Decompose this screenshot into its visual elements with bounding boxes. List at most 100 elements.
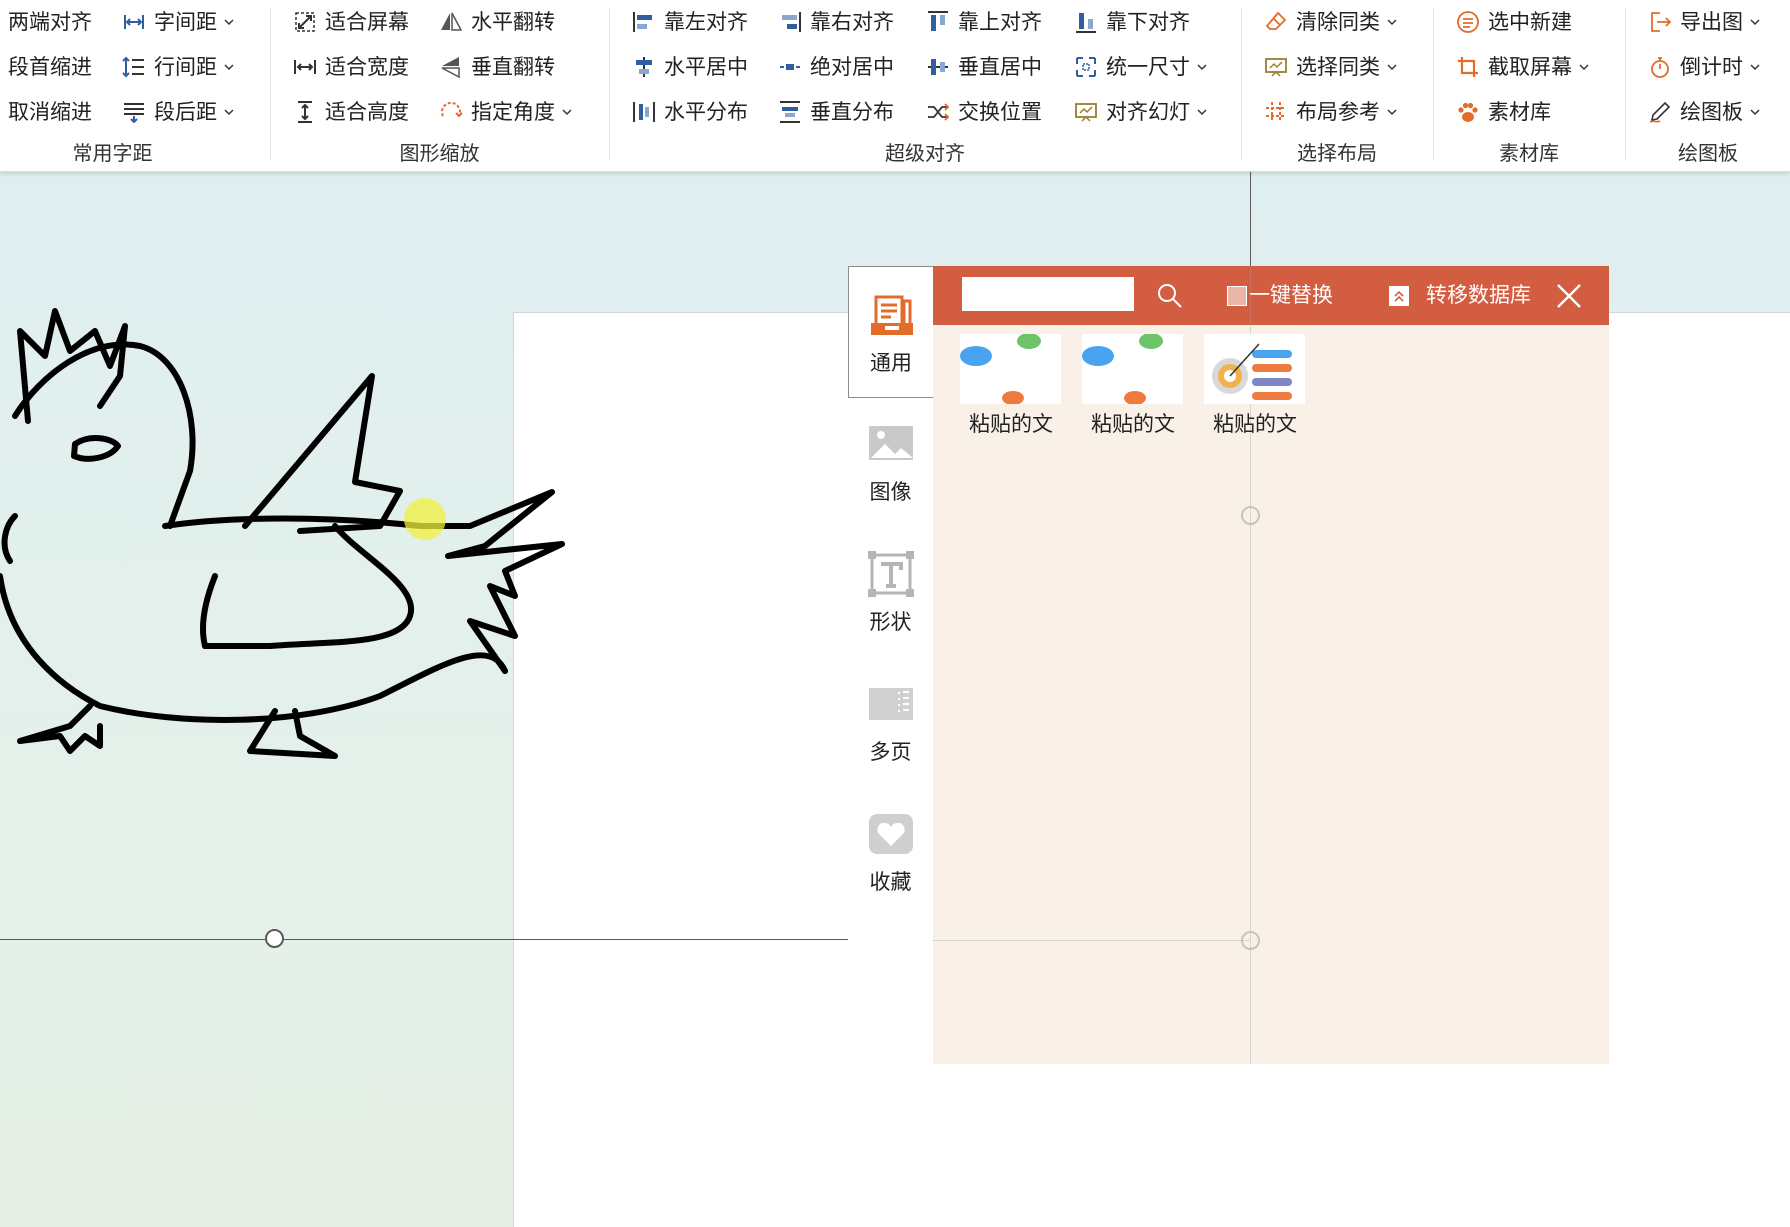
uniform-size-icon xyxy=(1074,54,1098,80)
distribute-vertical-label: 垂直分布 xyxy=(810,100,894,124)
transfer-database-label: 转移数据库 xyxy=(1426,283,1531,307)
group-title: 素材库 xyxy=(1499,141,1559,165)
pen-icon xyxy=(1648,99,1672,125)
new-from-selection-button[interactable]: 选中新建 xyxy=(1456,4,1572,40)
align-bottom-button[interactable]: 靠下对齐 xyxy=(1074,4,1190,40)
chevron-down-icon xyxy=(224,19,234,26)
fit-screen-button[interactable]: 适合屏幕 xyxy=(293,4,409,40)
char-spacing-icon xyxy=(122,9,146,35)
swap-position-button[interactable]: 交换位置 xyxy=(926,94,1042,130)
guide-handle[interactable] xyxy=(265,929,284,948)
para-after-button[interactable]: 段后距 xyxy=(122,94,234,130)
asset-panel-tabs: 通用 图像 形状 多页 收藏 xyxy=(848,266,933,1066)
asset-thumbnail[interactable] xyxy=(960,333,1061,405)
fit-width-button[interactable]: 适合宽度 xyxy=(293,49,409,85)
countdown-label: 倒计时 xyxy=(1680,55,1743,79)
rotate-angle-label: 指定角度 xyxy=(471,100,555,124)
flip-vertical-icon xyxy=(439,54,463,80)
absolute-center-button[interactable]: 绝对居中 xyxy=(778,49,894,85)
general-icon xyxy=(871,295,913,335)
align-left-button[interactable]: 靠左对齐 xyxy=(632,4,748,40)
select-similar-button[interactable]: 选择同类 xyxy=(1264,49,1397,85)
align-bottom-icon xyxy=(1074,9,1098,35)
layout-guide-button[interactable]: 布局参考 xyxy=(1264,94,1397,130)
rotate-angle-icon xyxy=(439,99,463,125)
align-top-button[interactable]: 靠上对齐 xyxy=(926,4,1042,40)
justify-button[interactable]: 两端对齐 xyxy=(8,4,92,40)
transfer-database-button[interactable]: 转移数据库 xyxy=(1389,266,1531,325)
para-after-icon xyxy=(122,99,146,125)
uniform-size-button[interactable]: 统一尺寸 xyxy=(1074,49,1207,85)
image-icon xyxy=(869,426,913,460)
outdent-button[interactable]: 取消缩进 xyxy=(8,94,92,130)
drawing-board-button[interactable]: 绘图板 xyxy=(1648,94,1760,130)
group-title: 超级对齐 xyxy=(885,141,965,165)
flip-horizontal-label: 水平翻转 xyxy=(471,10,555,34)
chevron-down-icon xyxy=(1387,19,1397,26)
tab-shape[interactable]: 形状 xyxy=(848,526,933,656)
align-right-label: 靠右对齐 xyxy=(810,10,894,34)
uniform-size-label: 统一尺寸 xyxy=(1106,55,1190,79)
group-title: 绘图板 xyxy=(1678,141,1738,165)
search-input[interactable] xyxy=(962,277,1134,311)
align-top-label: 靠上对齐 xyxy=(958,10,1042,34)
center-vertical-icon xyxy=(926,54,950,80)
rotate-angle-button[interactable]: 指定角度 xyxy=(439,94,572,130)
asset-thumbnail[interactable] xyxy=(1082,333,1183,405)
flip-vertical-button[interactable]: 垂直翻转 xyxy=(439,49,555,85)
guide-handle xyxy=(1241,931,1260,950)
chicken-drawing[interactable] xyxy=(0,226,580,966)
new-from-selection-icon xyxy=(1456,9,1480,35)
align-slide-button[interactable]: 对齐幻灯 xyxy=(1074,94,1207,130)
crop-screen-icon xyxy=(1456,54,1480,80)
tab-general-label: 通用 xyxy=(870,351,912,375)
center-vertical-button[interactable]: 垂直居中 xyxy=(926,49,1042,85)
close-button[interactable] xyxy=(1556,266,1582,325)
chevron-down-icon xyxy=(224,109,234,116)
chevron-down-icon xyxy=(1750,64,1760,71)
distribute-vertical-button[interactable]: 垂直分布 xyxy=(778,94,894,130)
export-image-button[interactable]: 导出图 xyxy=(1648,4,1760,40)
tab-multipage[interactable]: 多页 xyxy=(848,656,933,786)
group-character-spacing: 两端对齐 字间距 段首缩进 行间距 取消缩进 段后距 常用字距 xyxy=(0,0,270,171)
guide-line-faded xyxy=(933,940,1250,941)
group-title: 图形缩放 xyxy=(399,141,480,165)
chevron-down-icon xyxy=(224,64,234,71)
asset-thumbnail[interactable] xyxy=(1204,334,1305,404)
chevron-down-icon xyxy=(1387,64,1397,71)
thumbnail-preview xyxy=(960,333,1041,405)
tab-favorites[interactable]: 收藏 xyxy=(848,786,933,916)
asset-library-button[interactable]: 素材库 xyxy=(1456,94,1551,130)
one-click-replace-label: 一键替换 xyxy=(1249,283,1333,307)
thumbnail-preview xyxy=(1082,333,1163,405)
center-horizontal-button[interactable]: 水平居中 xyxy=(632,49,748,85)
clear-similar-button[interactable]: 清除同类 xyxy=(1264,4,1397,40)
align-right-button[interactable]: 靠右对齐 xyxy=(778,4,894,40)
transfer-icon xyxy=(1389,285,1409,306)
center-vertical-label: 垂直居中 xyxy=(958,55,1042,79)
guide-line-horizontal[interactable] xyxy=(0,939,850,940)
select-similar-icon xyxy=(1264,54,1288,80)
outdent-label: 取消缩进 xyxy=(8,100,92,124)
distribute-horizontal-button[interactable]: 水平分布 xyxy=(632,94,748,130)
countdown-button[interactable]: 倒计时 xyxy=(1648,49,1760,85)
indent-button[interactable]: 段首缩进 xyxy=(8,49,92,85)
search-button[interactable] xyxy=(1156,266,1184,325)
crop-screen-button[interactable]: 截取屏幕 xyxy=(1456,49,1589,85)
line-spacing-button[interactable]: 行间距 xyxy=(122,49,234,85)
flip-vertical-label: 垂直翻转 xyxy=(471,55,555,79)
one-click-replace-checkbox[interactable]: 一键替换 xyxy=(1227,266,1333,325)
align-top-icon xyxy=(926,9,950,35)
fit-height-button[interactable]: 适合高度 xyxy=(293,94,409,130)
flip-horizontal-button[interactable]: 水平翻转 xyxy=(439,4,555,40)
tab-shape-label: 形状 xyxy=(869,610,912,634)
tab-general[interactable]: 通用 xyxy=(848,266,933,398)
char-spacing-label: 字间距 xyxy=(154,10,217,34)
chevron-down-icon xyxy=(1387,109,1397,116)
cursor-highlight xyxy=(404,498,446,540)
distribute-horizontal-icon xyxy=(632,99,656,125)
tab-image-label: 图像 xyxy=(869,480,912,504)
char-spacing-button[interactable]: 字间距 xyxy=(122,4,234,40)
tab-image[interactable]: 图像 xyxy=(848,396,933,526)
asset-panel: 一键替换 转移数据库 粘贴的文 粘贴的文 粘贴的文 xyxy=(933,266,1609,1064)
